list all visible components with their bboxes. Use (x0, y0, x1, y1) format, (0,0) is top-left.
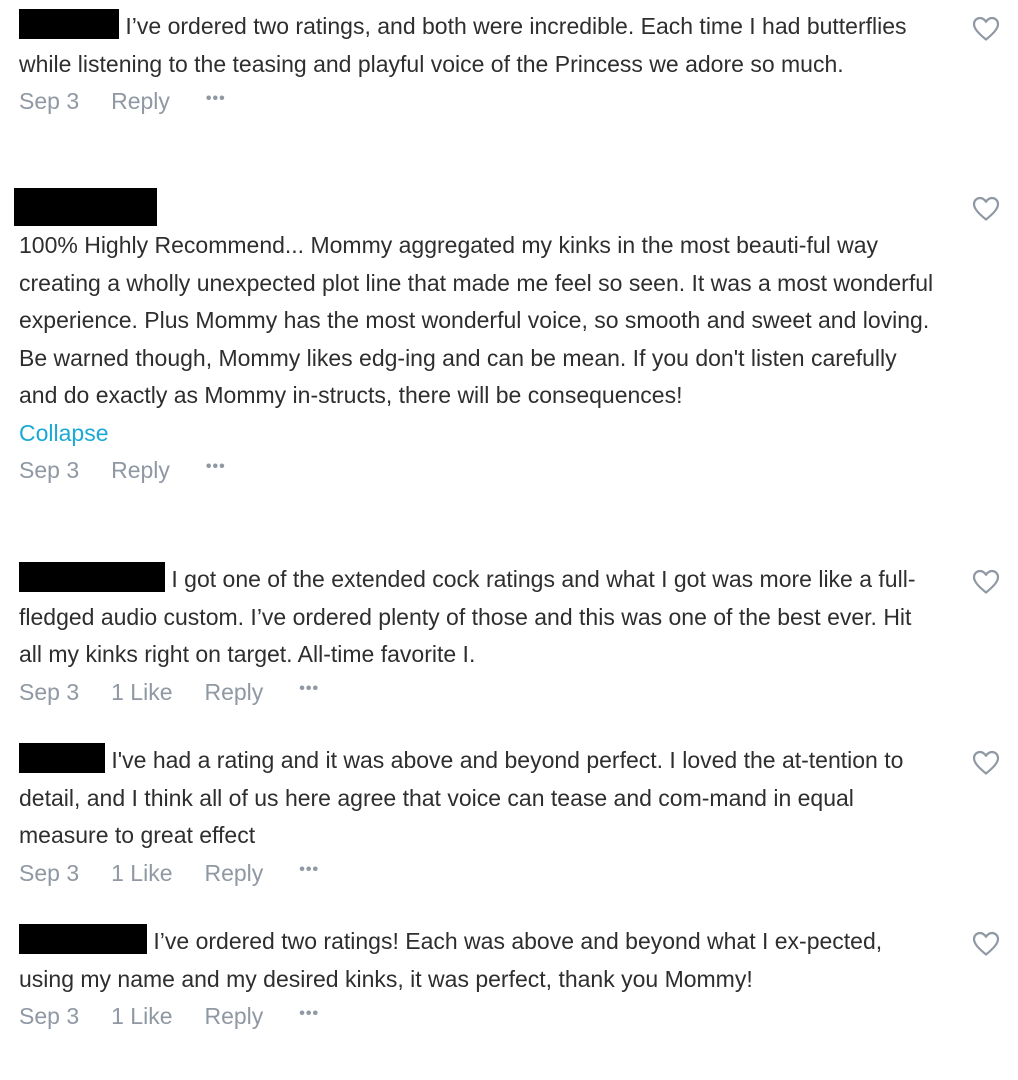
comment-item: I've had a rating and it was above and b… (19, 742, 1009, 892)
like-count[interactable]: 1 Like (111, 1003, 172, 1030)
comment-body: I’ve ordered two ratings! Each was above… (19, 923, 939, 998)
comment-meta: Sep 3 1 Like Reply ••• (19, 855, 1009, 892)
comment-item: I got one of the extended cock ratings a… (19, 561, 1009, 711)
more-options-icon[interactable]: ••• (206, 90, 226, 108)
like-heart-icon[interactable] (972, 196, 1000, 222)
comment-item: 100% Highly Recommend... Mommy aggregate… (14, 188, 1009, 489)
comment-meta: Sep 3 1 Like Reply ••• (19, 998, 1009, 1035)
redacted-username (19, 924, 147, 954)
like-heart-icon[interactable] (972, 931, 1000, 957)
like-count[interactable]: 1 Like (111, 860, 172, 887)
like-count[interactable]: 1 Like (111, 679, 172, 706)
collapse-link[interactable]: Collapse (19, 415, 109, 452)
redacted-username (14, 188, 157, 226)
comment-body: I’ve ordered two ratings, and both were … (19, 8, 939, 83)
comment-date: Sep 3 (19, 1003, 80, 1029)
redacted-username (19, 562, 165, 592)
more-options-icon[interactable]: ••• (206, 458, 226, 476)
reply-button[interactable]: Reply (111, 457, 170, 484)
comment-item: I’ve ordered two ratings, and both were … (19, 8, 1009, 120)
comment-meta: Sep 3 1 Like Reply ••• (19, 674, 1009, 711)
redacted-username (19, 743, 105, 773)
comment-date: Sep 3 (19, 88, 80, 114)
comment-body: 100% Highly Recommend... Mommy aggregate… (19, 232, 934, 408)
comment-text: I’ve ordered two ratings, and both were … (19, 13, 907, 77)
more-options-icon[interactable]: ••• (299, 680, 319, 698)
reply-button[interactable]: Reply (204, 860, 263, 887)
comment-text: I've had a rating and it was above and b… (19, 747, 904, 848)
comment-body: I've had a rating and it was above and b… (19, 742, 939, 855)
comment-date: Sep 3 (19, 456, 80, 483)
reply-button[interactable]: Reply (204, 1003, 263, 1030)
redacted-username (19, 9, 119, 39)
more-options-icon[interactable]: ••• (299, 861, 319, 879)
more-options-icon[interactable]: ••• (299, 1005, 319, 1023)
like-heart-icon[interactable] (972, 569, 1000, 595)
comment-date: Sep 3 (19, 678, 80, 705)
comment-meta: Sep 3 Reply ••• (19, 83, 1009, 120)
comment-text: I’ve ordered two ratings! Each was above… (19, 928, 883, 992)
reply-button[interactable]: Reply (204, 679, 263, 706)
reply-button[interactable]: Reply (111, 88, 170, 115)
comment-item: I’ve ordered two ratings! Each was above… (19, 923, 1009, 1035)
comment-date: Sep 3 (19, 859, 80, 886)
comment-body: I got one of the extended cock ratings a… (19, 561, 939, 674)
comment-meta: Sep 3 Reply ••• (19, 452, 1009, 489)
like-heart-icon[interactable] (972, 16, 1000, 42)
like-heart-icon[interactable] (972, 750, 1000, 776)
